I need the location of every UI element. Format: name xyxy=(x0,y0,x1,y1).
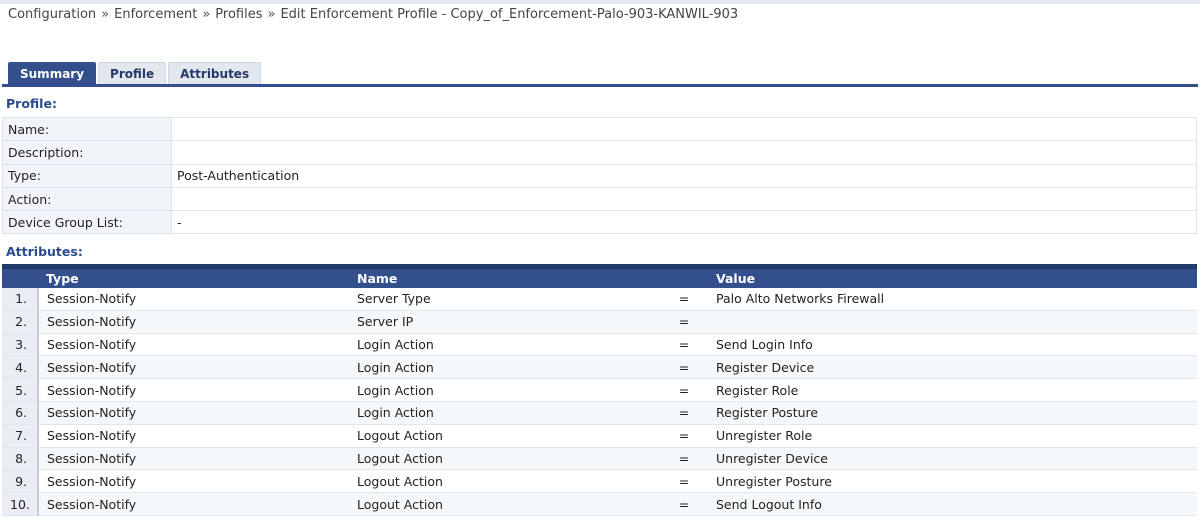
attribute-operator: = xyxy=(660,333,708,357)
attribute-value: Register Role xyxy=(708,378,1197,402)
attribute-value: Send Login Info xyxy=(708,333,1197,357)
attribute-name: Login Action xyxy=(349,401,660,425)
tab-attributes[interactable]: Attributes xyxy=(168,62,262,85)
attribute-type: Session-Notify xyxy=(38,288,349,311)
attribute-row: 2. Session-Notify Server IP = xyxy=(2,310,1197,334)
attribute-type: Session-Notify xyxy=(38,378,349,402)
profile-field-value xyxy=(171,186,1197,212)
attributes-header-row: Type Name Value xyxy=(2,264,1197,288)
profile-field-label: Action: xyxy=(2,186,172,212)
attribute-row: 8. Session-Notify Logout Action = Unregister… xyxy=(2,447,1197,471)
profile-field-label: Device Group List: xyxy=(2,210,172,235)
attribute-type: Session-Notify xyxy=(38,492,349,516)
attributes-section-title: Attributes: xyxy=(6,244,83,259)
attribute-row: 4. Session-Notify Login Action = Register De… xyxy=(2,355,1197,380)
attribute-row-number: 10. xyxy=(2,492,39,516)
attribute-value: Register Posture xyxy=(708,401,1197,425)
profile-row: Name: xyxy=(2,116,1197,142)
tab-profile[interactable]: Profile xyxy=(98,62,167,85)
profile-field-value xyxy=(171,116,1197,142)
profile-field-value: - xyxy=(171,210,1197,235)
attribute-row-number: 2. xyxy=(2,310,39,334)
profile-section-title: Profile: xyxy=(6,96,57,111)
attribute-row: 9. Session-Notify Logout Action = Unregister… xyxy=(2,469,1197,494)
attribute-value: Send Logout Info xyxy=(708,492,1197,516)
attribute-name: Logout Action xyxy=(349,447,660,471)
profile-field-label: Description: xyxy=(2,140,172,165)
attribute-operator: = xyxy=(660,424,708,448)
attribute-operator: = xyxy=(660,447,708,471)
breadcrumb-item-configuration[interactable]: Configuration xyxy=(8,7,96,22)
attribute-operator: = xyxy=(660,355,708,380)
breadcrumb-separator: » xyxy=(101,7,110,22)
attribute-row-number: 3. xyxy=(2,333,39,357)
attribute-row-number: 5. xyxy=(2,378,39,402)
attribute-type: Session-Notify xyxy=(38,469,349,494)
attribute-value: Unregister Device xyxy=(708,447,1197,471)
attribute-operator: = xyxy=(660,492,708,516)
header-number xyxy=(2,264,38,288)
attribute-type: Session-Notify xyxy=(38,401,349,425)
profile-summary-table: Name: Description: Type: Post-Authenticatio… xyxy=(2,116,1197,235)
attributes-table: Type Name Value 1. Session-Notify Server T… xyxy=(2,264,1197,516)
header-value: Value xyxy=(708,264,1197,288)
attribute-name: Logout Action xyxy=(349,469,660,494)
profile-field-value: Post-Authentication xyxy=(171,163,1197,188)
tab-underline xyxy=(2,84,1198,87)
attribute-row: 7. Session-Notify Logout Action = Unregister… xyxy=(2,424,1197,448)
profile-row: Device Group List: - xyxy=(2,210,1197,235)
attribute-operator: = xyxy=(660,288,708,311)
attribute-type: Session-Notify xyxy=(38,333,349,357)
header-type: Type xyxy=(38,264,349,288)
breadcrumb-current-page: Edit Enforcement Profile - Copy_of_Enfor… xyxy=(280,7,739,22)
profile-row: Action: xyxy=(2,186,1197,212)
profile-field-label: Type: xyxy=(2,163,172,188)
top-bar xyxy=(0,0,1200,4)
attribute-name: Logout Action xyxy=(349,424,660,448)
attribute-name: Login Action xyxy=(349,333,660,357)
header-operator xyxy=(660,264,708,288)
attribute-type: Session-Notify xyxy=(38,310,349,334)
header-name: Name xyxy=(349,264,660,288)
breadcrumb-item-enforcement[interactable]: Enforcement xyxy=(114,7,197,22)
attribute-name: Login Action xyxy=(349,355,660,380)
attribute-row: 1. Session-Notify Server Type = Palo Alto Ne… xyxy=(2,288,1197,311)
attribute-name: Server IP xyxy=(349,310,660,334)
attribute-type: Session-Notify xyxy=(38,355,349,380)
breadcrumb-separator: » xyxy=(202,7,211,22)
attribute-operator: = xyxy=(660,378,708,402)
profile-row: Description: xyxy=(2,140,1197,165)
breadcrumb: Configuration » Enforcement » Profiles » Edit … xyxy=(8,7,738,22)
attribute-row: 5. Session-Notify Login Action = Register Ro… xyxy=(2,378,1197,402)
attribute-type: Session-Notify xyxy=(38,447,349,471)
breadcrumb-separator: » xyxy=(267,7,276,22)
tab-summary[interactable]: Summary xyxy=(8,62,97,85)
attribute-row-number: 9. xyxy=(2,469,39,494)
profile-field-value xyxy=(171,140,1197,165)
attribute-row-number: 1. xyxy=(2,288,39,311)
attribute-value xyxy=(708,310,1197,334)
attribute-operator: = xyxy=(660,401,708,425)
attribute-name: Login Action xyxy=(349,378,660,402)
profile-row: Type: Post-Authentication xyxy=(2,163,1197,188)
breadcrumb-item-profiles[interactable]: Profiles xyxy=(215,7,262,22)
attribute-type: Session-Notify xyxy=(38,424,349,448)
attribute-row-number: 7. xyxy=(2,424,39,448)
attribute-operator: = xyxy=(660,469,708,494)
tab-bar: Summary Profile Attributes xyxy=(8,62,263,86)
attribute-value: Register Device xyxy=(708,355,1197,380)
attribute-row: 6. Session-Notify Login Action = Register Po… xyxy=(2,401,1197,425)
attribute-operator: = xyxy=(660,310,708,334)
profile-field-label: Name: xyxy=(2,116,172,142)
attribute-row: 3. Session-Notify Login Action = Send Login … xyxy=(2,333,1197,357)
attribute-name: Server Type xyxy=(349,288,660,311)
attribute-row-number: 8. xyxy=(2,447,39,471)
attribute-row-number: 4. xyxy=(2,355,39,380)
attribute-value: Unregister Role xyxy=(708,424,1197,448)
attribute-value: Palo Alto Networks Firewall xyxy=(708,288,1197,311)
attribute-row: 10. Session-Notify Logout Action = Send Logo… xyxy=(2,492,1197,516)
attribute-value: Unregister Posture xyxy=(708,469,1197,494)
attribute-name: Logout Action xyxy=(349,492,660,516)
attribute-row-number: 6. xyxy=(2,401,39,425)
